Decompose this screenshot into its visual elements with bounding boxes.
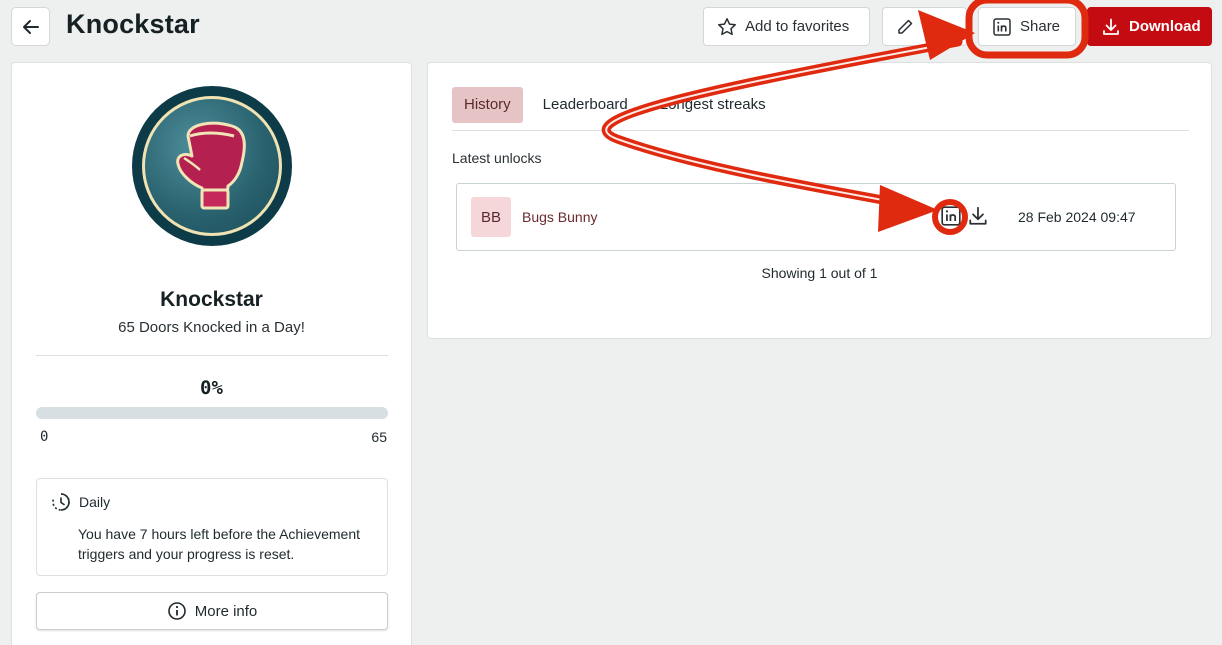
page-title: Knockstar xyxy=(66,9,200,39)
schedule-info-box: Daily You have 7 hours left before the A… xyxy=(36,478,388,576)
more-info-button[interactable]: More info xyxy=(36,592,388,630)
share-label: Share xyxy=(1020,18,1061,35)
edit-button[interactable] xyxy=(882,7,967,46)
progress-max: 65 xyxy=(371,429,387,445)
star-icon xyxy=(718,17,736,35)
progress-percent: 0% xyxy=(200,377,223,399)
achievement-badge xyxy=(132,86,292,246)
add-to-favorites-label: Add to favorites xyxy=(745,18,850,35)
schedule-info-text: You have 7 hours left before the Achieve… xyxy=(78,526,361,562)
pencil-icon xyxy=(898,19,913,34)
avatar: BB xyxy=(471,197,511,237)
pagination-summary: Showing 1 out of 1 xyxy=(761,265,878,281)
linkedin-icon xyxy=(993,17,1011,36)
info-icon xyxy=(167,602,186,620)
tab-history[interactable]: History xyxy=(452,87,523,123)
add-to-favorites-button[interactable]: Add to favorites xyxy=(703,7,870,46)
more-info-label: More info xyxy=(194,602,258,620)
tab-longest-streaks[interactable]: Longest streaks xyxy=(648,87,778,123)
unlock-date: 28 Feb 2024 09:47 xyxy=(1018,209,1136,225)
tab-bar: History Leaderboard Longest streaks xyxy=(452,87,786,123)
tab-divider xyxy=(452,130,1189,131)
linkedin-icon xyxy=(941,206,961,226)
latest-unlocks-label: Latest unlocks xyxy=(452,150,542,166)
progress-bar xyxy=(36,407,388,419)
back-button[interactable] xyxy=(11,7,50,46)
achievement-panel: Knockstar 65 Doors Knocked in a Day! 0% … xyxy=(11,62,412,645)
table-row: BB Bugs Bunny 28 Feb 2024 09:47 xyxy=(456,183,1176,251)
row-download-button[interactable] xyxy=(967,205,989,232)
clock-icon xyxy=(52,493,70,511)
download-icon xyxy=(969,206,987,225)
divider xyxy=(36,355,388,356)
schedule-label: Daily xyxy=(79,494,111,510)
progress-min: 0 xyxy=(40,429,49,445)
download-label: Download xyxy=(1129,18,1201,35)
arrow-left-icon xyxy=(22,19,39,34)
download-icon xyxy=(1103,18,1119,35)
download-button[interactable]: Download xyxy=(1087,7,1212,46)
tab-leaderboard[interactable]: Leaderboard xyxy=(531,87,640,123)
user-name-link[interactable]: Bugs Bunny xyxy=(522,209,598,225)
share-button[interactable]: Share xyxy=(978,7,1076,46)
achievement-description: 65 Doors Knocked in a Day! xyxy=(118,319,305,336)
history-panel: History Leaderboard Longest streaks Late… xyxy=(427,62,1212,339)
boxing-glove-icon xyxy=(176,121,246,210)
share-linkedin-button[interactable] xyxy=(940,205,962,232)
achievement-name: Knockstar xyxy=(160,288,263,311)
